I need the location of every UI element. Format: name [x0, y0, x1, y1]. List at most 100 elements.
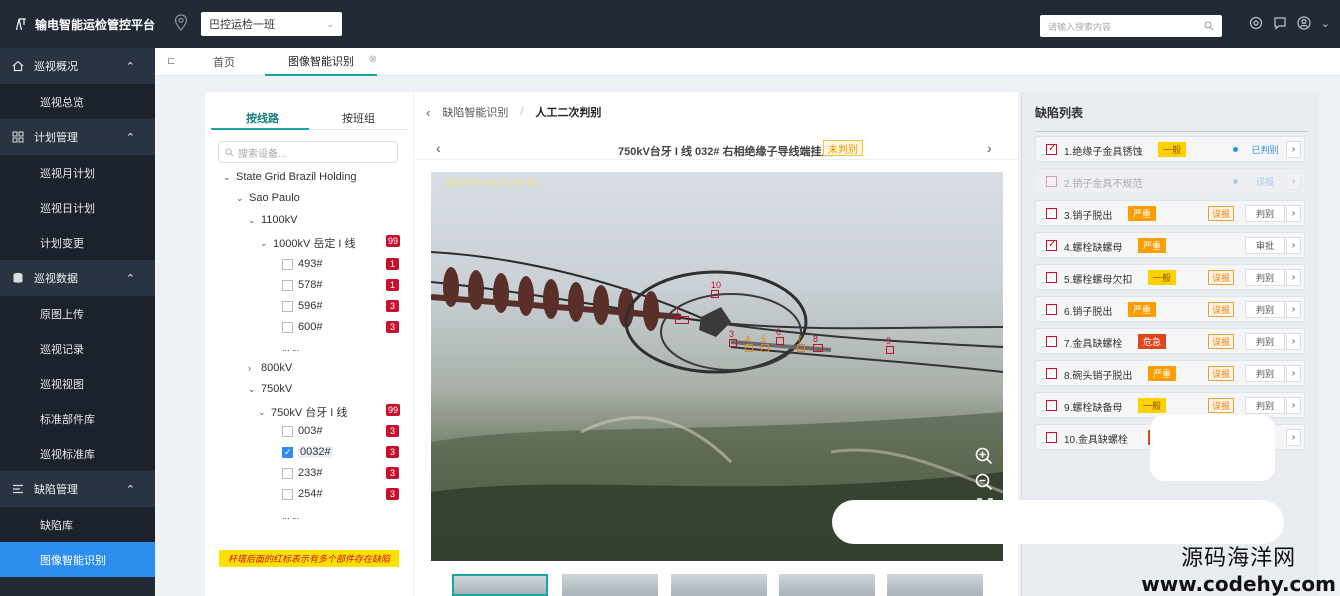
next-image-icon[interactable]: ›	[987, 140, 992, 156]
tree-node-1100kv[interactable]: ⌄ 1100kV	[248, 214, 298, 226]
tab-image-recognition[interactable]: 图像智能识别 ⊗	[265, 48, 377, 76]
tower-checkbox[interactable]	[282, 488, 293, 500]
tree-node-tower[interactable]: 600#	[282, 321, 322, 333]
tree-node-tower[interactable]: 578#	[282, 279, 322, 291]
sidebar-item-views[interactable]: 巡视视图	[0, 366, 155, 401]
defect-marker-9[interactable]: 9	[886, 336, 894, 354]
tree-node-line2[interactable]: ⌄ 750kV 台牙 I 线	[258, 404, 347, 420]
tree-node-line1[interactable]: ⌄ 1000kV 岳定 I 线	[260, 235, 356, 251]
defect-marker-10[interactable]: 10	[711, 280, 721, 298]
defect-marker-8[interactable]: 8	[813, 334, 823, 352]
sidebar-item-plan-change[interactable]: 计划变更	[0, 225, 155, 260]
misreport-button[interactable]: 误报	[1208, 302, 1235, 317]
sidebar-item-day-plan[interactable]: 巡视日计划	[0, 190, 155, 225]
breadcrumb-item[interactable]: 缺陷智能识别	[442, 104, 508, 120]
defect-marker-6[interactable]: 6	[776, 327, 784, 345]
tree-node-tower[interactable]: 003#	[282, 425, 322, 437]
tab-by-line[interactable]: 按线路	[246, 110, 279, 126]
tree-node-tower[interactable]: 596#	[282, 300, 322, 312]
misreport-button[interactable]: 误报	[1208, 334, 1235, 349]
judge-button[interactable]: 已判别	[1245, 141, 1285, 158]
zoom-out-icon[interactable]	[975, 473, 993, 491]
defect-row[interactable]: 8.碗头销子脱出 严重 误报 判别 ›	[1035, 360, 1305, 386]
close-icon[interactable]: ⊗	[369, 54, 377, 65]
tower-checkbox[interactable]	[282, 300, 293, 312]
defect-checkbox[interactable]	[1046, 304, 1057, 315]
defect-checkbox[interactable]	[1046, 432, 1057, 443]
defect-row[interactable]: 6.销子脱出 严重 误报 判别 ›	[1035, 296, 1305, 322]
defect-row[interactable]: 1.绝缘子金具锈蚀 一般 已判别›	[1035, 136, 1305, 162]
judge-button[interactable]: 判别	[1245, 205, 1285, 222]
tree-node-tower[interactable]: 254#	[282, 488, 322, 500]
misreport-button[interactable]: 误报	[1208, 206, 1235, 221]
tower-checkbox[interactable]	[282, 279, 293, 291]
tree-node-tower[interactable]: 493#	[282, 258, 322, 270]
device-search-input[interactable]: 搜索设备...	[218, 141, 398, 163]
expand-arrow-icon[interactable]: ›	[1286, 237, 1301, 254]
misreport-button[interactable]: 误报	[1208, 398, 1235, 413]
tree-node-750kv[interactable]: ⌄ 750kV	[248, 383, 292, 395]
tab-home[interactable]: 首页	[213, 48, 235, 76]
thumbnail-item[interactable]	[887, 574, 983, 596]
defect-row[interactable]: 4.螺栓缺螺母 严重 审批›	[1035, 232, 1305, 258]
misreport-button[interactable]: 误报	[1208, 270, 1235, 285]
more-icon[interactable]: ⌄	[1321, 17, 1330, 30]
tree-node-org[interactable]: ⌄ State Grid Brazil Holding	[223, 171, 356, 183]
thumbnail-item[interactable]	[562, 574, 658, 596]
defect-checkbox[interactable]	[1046, 336, 1057, 347]
sidebar-item-defect-lib[interactable]: 缺陷库	[0, 507, 155, 542]
judge-button[interactable]: 误报	[1245, 173, 1285, 190]
expand-arrow-icon[interactable]: ›	[1286, 301, 1301, 318]
tower-checkbox[interactable]	[282, 446, 293, 458]
expand-arrow-icon[interactable]: ›	[1286, 173, 1301, 190]
sidebar-item-parts-lib[interactable]: 标准部件库	[0, 401, 155, 436]
judge-button[interactable]: 判别	[1245, 301, 1285, 318]
thumbnail-item[interactable]	[779, 574, 875, 596]
defect-checkbox[interactable]	[1046, 368, 1057, 379]
defect-row[interactable]: 7.金具缺螺栓 危急 误报 判别 ›	[1035, 328, 1305, 354]
defect-checkbox[interactable]	[1046, 272, 1057, 283]
user-icon[interactable]	[1297, 16, 1311, 30]
tab-by-team[interactable]: 按班组	[342, 110, 375, 126]
judge-button[interactable]: 判别	[1245, 397, 1285, 414]
judge-button[interactable]: 判别	[1245, 269, 1285, 286]
sidebar-item-image-recognition[interactable]: 图像智能识别	[0, 542, 155, 577]
tree-node-tower-selected[interactable]: 0032#	[282, 446, 333, 458]
tower-checkbox[interactable]	[282, 425, 293, 437]
tree-node-region[interactable]: ⌄ Sao Paulo	[236, 192, 300, 204]
sidebar-item-upload[interactable]: 原图上传	[0, 296, 155, 331]
search-input[interactable]: 请输入搜索内容	[1040, 15, 1222, 37]
defect-checkbox[interactable]	[1046, 239, 1057, 251]
nav-group-overview[interactable]: 巡视概况 ⌃	[0, 48, 155, 84]
defect-row[interactable]: 2.销子金具不规范 误报 ›	[1035, 168, 1305, 194]
message-icon[interactable]	[1273, 16, 1287, 30]
sidebar-item-overview[interactable]: 巡视总览	[0, 84, 155, 119]
expand-arrow-icon[interactable]: ›	[1286, 397, 1301, 414]
defect-checkbox[interactable]	[1046, 400, 1057, 411]
sidebar-item-standards[interactable]: 巡视标准库	[0, 436, 155, 471]
defect-checkbox[interactable]	[1046, 208, 1057, 219]
defect-marker-4[interactable]: 4	[745, 334, 753, 352]
expand-arrow-icon[interactable]: ›	[1286, 365, 1301, 382]
defect-checkbox[interactable]	[1046, 143, 1057, 155]
nav-group-plan[interactable]: 计划管理 ⌃	[0, 119, 155, 155]
nav-group-defects[interactable]: 缺陷管理 ⌃	[0, 471, 155, 507]
defect-marker-5[interactable]: 5	[761, 334, 769, 352]
thumbnail-item[interactable]	[452, 574, 548, 596]
collapse-icon[interactable]: ⊏	[167, 56, 175, 67]
judge-button[interactable]: 审批	[1245, 237, 1285, 254]
search-icon[interactable]	[1204, 21, 1214, 31]
expand-arrow-icon[interactable]: ›	[1286, 429, 1301, 446]
defect-marker-1[interactable]: 1	[675, 306, 689, 324]
tree-node-800kv[interactable]: › 800kV	[248, 362, 292, 374]
defect-row[interactable]: 5.螺栓螺母欠扣 一般 误报 判别 ›	[1035, 264, 1305, 290]
judge-button[interactable]: 判别	[1245, 365, 1285, 382]
nav-group-data[interactable]: 巡视数据 ⌃	[0, 260, 155, 296]
expand-arrow-icon[interactable]: ›	[1286, 205, 1301, 222]
settings-icon[interactable]	[1249, 16, 1263, 30]
prev-image-icon[interactable]: ‹	[436, 140, 441, 156]
defect-marker-3[interactable]: 3	[729, 329, 737, 347]
defect-row[interactable]: 3.销子脱出 严重 误报 判别 ›	[1035, 200, 1305, 226]
sidebar-item-records[interactable]: 巡视记录	[0, 331, 155, 366]
team-select[interactable]: 巴控运检一班 ⌄	[201, 12, 342, 36]
